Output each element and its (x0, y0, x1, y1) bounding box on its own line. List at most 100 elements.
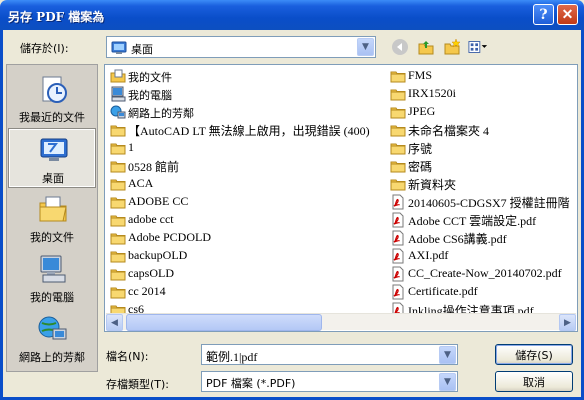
file-name: 序號 (408, 142, 433, 156)
file-list-item[interactable]: Certificate.pdf (388, 283, 578, 301)
folder-icon (110, 140, 126, 156)
file-name: Adobe CCT 雲端設定.pdf (408, 214, 537, 228)
filename-field[interactable]: 範例.1|pdf ▼ (201, 344, 458, 365)
file-name: Adobe CS6講義.pdf (408, 232, 507, 246)
close-button[interactable]: ✕ (557, 4, 578, 25)
file-name: ACA (128, 176, 154, 190)
chevron-down-icon[interactable]: ▼ (439, 346, 456, 364)
file-list-item[interactable]: backupOLD (108, 247, 386, 265)
file-name: AXI.pdf (408, 248, 449, 262)
file-name: adobe cct (128, 212, 174, 226)
my-computer-icon (110, 86, 126, 102)
save-button[interactable]: 儲存(S) (495, 344, 573, 365)
place-label: 我最近的文件 (19, 111, 85, 124)
file-name: backupOLD (128, 248, 188, 262)
place-label: 網路上的芳鄰 (19, 351, 85, 364)
horizontal-scrollbar[interactable]: ◀ ▶ (106, 313, 576, 331)
views-menu-button[interactable] (468, 37, 488, 57)
folder-icon (110, 158, 126, 174)
save-in-dropdown[interactable]: 桌面 ▼ (106, 36, 376, 58)
file-list-item[interactable]: capsOLD (108, 265, 386, 283)
file-list-item[interactable]: Adobe CS6講義.pdf (388, 229, 578, 247)
network-places-icon (110, 104, 126, 120)
place-desktop[interactable]: 桌面 (8, 128, 96, 188)
cancel-button[interactable]: 取消 (495, 371, 573, 392)
places-bar: 我最近的文件 桌面 我的文件 我的電腦 網路上的芳鄰 (6, 64, 98, 372)
file-name: 網路上的芳鄰 (128, 107, 194, 120)
place-network[interactable]: 網路上的芳鄰 (9, 309, 95, 367)
scrollbar-thumb[interactable] (126, 314, 322, 331)
file-list-item[interactable]: Adobe PCDOLD (108, 229, 386, 247)
folder-icon (110, 284, 126, 300)
file-list-item[interactable]: Adobe CCT 雲端設定.pdf (388, 211, 578, 229)
file-list-item[interactable]: JPEG (388, 103, 578, 121)
chevron-down-icon[interactable]: ▼ (357, 38, 374, 56)
place-recent-documents[interactable]: 我最近的文件 (9, 69, 95, 127)
filetype-dropdown[interactable]: PDF 檔案 (*.PDF) ▼ (201, 371, 458, 392)
file-list-item[interactable]: adobe cct (108, 211, 386, 229)
file-list-item[interactable]: AXI.pdf (388, 247, 578, 265)
place-my-documents[interactable]: 我的文件 (9, 189, 95, 247)
filetype-value: PDF 檔案 (*.PDF) (206, 377, 296, 390)
file-list-item[interactable]: ACA (108, 175, 386, 193)
file-list-item[interactable]: FMS (388, 67, 578, 85)
save-button-label: 儲存(S) (515, 348, 553, 362)
new-folder-icon (444, 38, 461, 55)
file-list-column-1: 我的文件 我的電腦網路上的芳鄰 【AutoCAD LT 無法線上啟用，出現錯誤 (4… (108, 67, 386, 319)
file-list-item[interactable]: 新資料夾 (388, 175, 578, 193)
filetype-label: 存檔類型(T): (106, 378, 170, 391)
place-my-computer[interactable]: 我的電腦 (9, 249, 95, 307)
file-name: 0528 館前 (128, 160, 180, 174)
file-list-item[interactable]: 密碼 (388, 157, 578, 175)
file-list-item[interactable]: 20140605-CDGSX7 授權註冊階 (388, 193, 578, 211)
help-icon: ? (539, 6, 548, 23)
file-list-item[interactable]: 1 (108, 139, 386, 157)
folder-icon (110, 230, 126, 246)
folder-icon (110, 266, 126, 282)
file-list-item[interactable]: ADOBE CC (108, 193, 386, 211)
file-list-item[interactable]: 【AutoCAD LT 無法線上啟用，出現錯誤 (400) (108, 121, 386, 139)
folder-icon (390, 158, 406, 174)
folder-icon (390, 140, 406, 156)
file-name: JPEG (408, 104, 436, 118)
file-list-item[interactable]: 網路上的芳鄰 (108, 103, 386, 121)
scroll-right-button[interactable]: ▶ (559, 314, 576, 331)
file-name: 未命名檔案夾 4 (408, 124, 490, 138)
new-folder-button[interactable] (442, 37, 462, 57)
file-list-item[interactable]: 0528 館前 (108, 157, 386, 175)
my-documents-icon (37, 193, 69, 225)
pdf-file-icon (390, 284, 406, 300)
up-one-level-button[interactable] (416, 37, 436, 57)
my-computer-icon (37, 253, 69, 285)
folder-icon (110, 248, 126, 264)
pdf-file-icon (390, 212, 406, 228)
cancel-button-label: 取消 (523, 375, 545, 389)
file-name: 1 (128, 140, 134, 154)
file-name: FMS (408, 68, 433, 82)
folder-icon (110, 212, 126, 228)
file-list-item[interactable]: IRX1520i (388, 85, 578, 103)
file-list-item[interactable]: 我的電腦 (108, 85, 386, 103)
file-list-item[interactable]: 未命名檔案夾 4 (388, 121, 578, 139)
pdf-file-icon (390, 194, 406, 210)
desktop-icon (38, 134, 70, 166)
pdf-file-icon (390, 266, 406, 282)
file-list-item[interactable]: CC_Create-Now_20140702.pdf (388, 265, 578, 283)
folder-icon (390, 122, 406, 138)
filename-value[interactable]: 範例.1|pdf (206, 348, 257, 365)
file-name: ADOBE CC (128, 194, 189, 208)
save-in-label: 儲存於(I): (20, 42, 69, 55)
navigation-toolbar (390, 37, 488, 57)
close-icon: ✕ (561, 6, 574, 23)
recent-documents-icon (37, 73, 69, 105)
file-list-item[interactable]: 我的文件 (108, 67, 386, 85)
back-button[interactable] (390, 37, 410, 57)
chevron-down-icon[interactable]: ▼ (439, 373, 456, 391)
file-list[interactable]: 我的文件 我的電腦網路上的芳鄰 【AutoCAD LT 無法線上啟用，出現錯誤 (4… (104, 64, 578, 332)
folder-icon (390, 104, 406, 120)
file-list-item[interactable]: 序號 (388, 139, 578, 157)
file-list-item[interactable]: cc 2014 (108, 283, 386, 301)
scroll-left-button[interactable]: ◀ (106, 314, 123, 331)
place-label: 我的電腦 (30, 291, 74, 304)
help-button[interactable]: ? (533, 4, 554, 25)
